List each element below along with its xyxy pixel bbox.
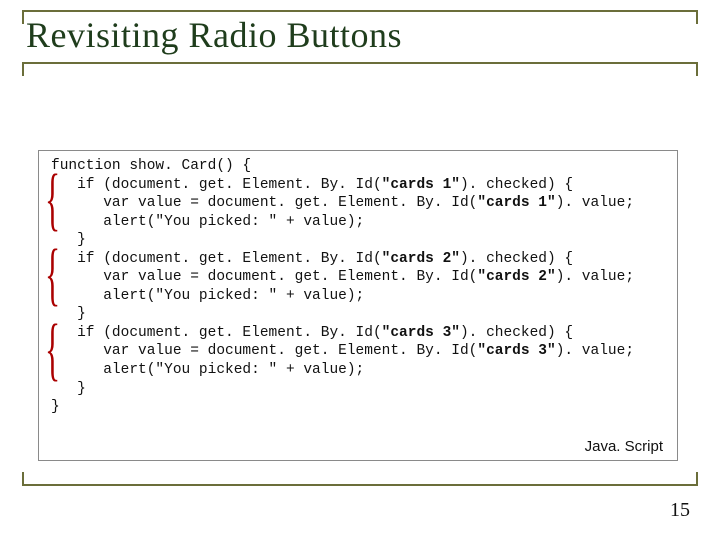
code-line: } <box>51 399 60 415</box>
code-line: function show. Card() { <box>51 158 251 174</box>
code-line: alert("You picked: " + value); <box>51 214 364 230</box>
page-number: 15 <box>670 499 690 522</box>
slide: Revisiting Radio Buttons function show. … <box>0 0 720 540</box>
brace-icon: { <box>45 165 60 235</box>
code-line: ). checked) { <box>460 251 573 267</box>
code-line: if (document. get. Element. By. Id( <box>51 325 382 341</box>
tick-icon <box>696 472 698 486</box>
code-id: "cards 1" <box>382 177 460 193</box>
code-line: alert("You picked: " + value); <box>51 362 364 378</box>
code-line: var value = document. get. Element. By. … <box>51 269 477 285</box>
slide-title: Revisiting Radio Buttons <box>26 14 402 56</box>
code-line: var value = document. get. Element. By. … <box>51 195 477 211</box>
code-id: "cards 2" <box>477 269 555 285</box>
tick-icon <box>696 62 698 76</box>
code-line: var value = document. get. Element. By. … <box>51 343 477 359</box>
code-line: ). checked) { <box>460 177 573 193</box>
tick-icon <box>696 10 698 24</box>
code-line: if (document. get. Element. By. Id( <box>51 177 382 193</box>
code-box: function show. Card() { if (document. ge… <box>38 150 678 461</box>
bottom-rule <box>22 484 698 486</box>
code-line: ). value; <box>556 343 634 359</box>
code-line: alert("You picked: " + value); <box>51 288 364 304</box>
brace-icon: { <box>45 240 60 310</box>
tick-icon <box>22 10 24 24</box>
code-id: "cards 3" <box>477 343 555 359</box>
code-line: ). checked) { <box>460 325 573 341</box>
top-rule <box>22 10 698 12</box>
code-id: "cards 2" <box>382 251 460 267</box>
title-underline <box>22 62 698 64</box>
code-line: ). value; <box>556 269 634 285</box>
tick-icon <box>22 62 24 76</box>
code-id: "cards 1" <box>477 195 555 211</box>
brace-icon: { <box>45 315 60 385</box>
code-line: if (document. get. Element. By. Id( <box>51 251 382 267</box>
code-line: ). value; <box>556 195 634 211</box>
language-label: Java. Script <box>585 437 663 456</box>
tick-icon <box>22 472 24 486</box>
code-id: "cards 3" <box>382 325 460 341</box>
